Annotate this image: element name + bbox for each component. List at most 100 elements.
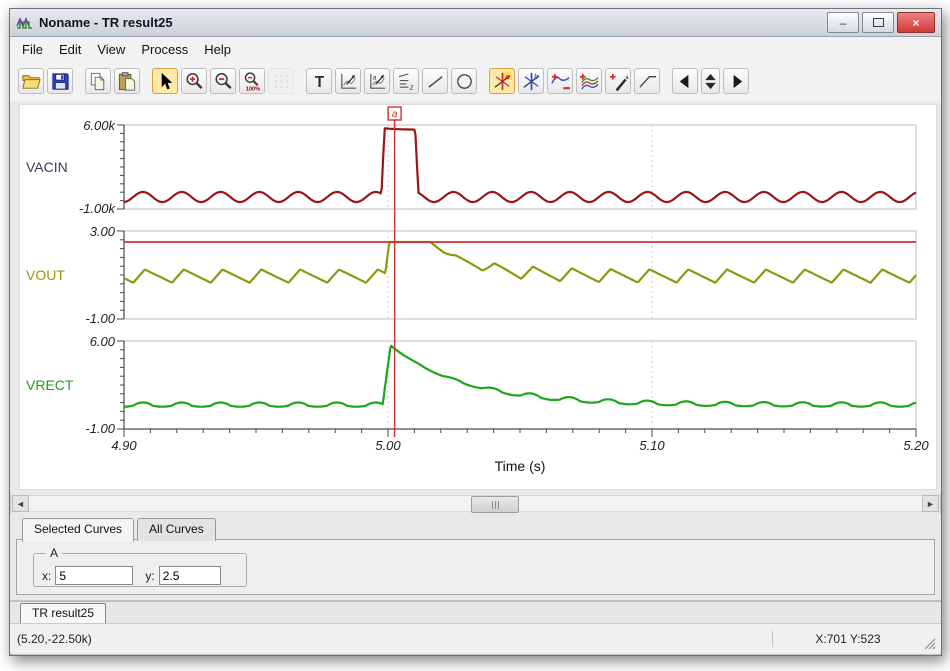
minimize-button[interactable]: – [827,12,859,33]
open-button[interactable] [18,68,44,94]
scale-axes-icon [338,71,359,92]
zoom-out-button[interactable] [210,68,236,94]
scroll-right-icon: ► [926,499,935,509]
svg-text:a: a [372,74,376,81]
select-icon [155,71,176,92]
ellipse-button[interactable] [451,68,477,94]
horizontal-scrollbar[interactable]: ◄ ► [12,495,939,512]
title-bar[interactable]: Noname - TR result25 – × [10,9,941,37]
prev-page-button[interactable] [672,68,698,94]
menu-edit[interactable]: Edit [51,39,89,60]
curves-panel: Selected Curves All Curves A x: y: [10,514,941,601]
menu-view[interactable]: View [89,39,133,60]
scrollbar-thumb[interactable] [471,496,519,513]
add-remove-curve-button[interactable] [547,68,573,94]
zoom-100-icon: 100% [242,71,263,92]
cursor-a-flag-label: a [392,109,398,120]
x-tick-label: 5.00 [375,438,401,453]
cursor-x-input[interactable] [55,566,133,585]
scroll-right-button[interactable]: ► [922,495,939,512]
waveform-panel[interactable]: 6.00k-1.00kVACIN3.00-1.00VOUT6.00-1.00VR… [19,104,937,490]
selected-curves-pane: A x: y: [16,539,935,595]
cursor-x-label: x: [42,569,51,583]
save-button[interactable] [47,68,73,94]
plot-frame-vacin [124,125,916,209]
line-button[interactable] [422,68,448,94]
toolbar: 100% Ta z a b [10,61,941,102]
add-remove-curve-icon [550,71,571,92]
menu-help[interactable]: Help [196,39,239,60]
paste-icon [117,71,138,92]
svg-text:a: a [505,72,509,80]
select-button[interactable] [152,68,178,94]
page-spinner-button[interactable] [701,68,720,94]
slope-button[interactable] [634,68,660,94]
legend-button[interactable]: z [393,68,419,94]
scale-axes-button[interactable] [335,68,361,94]
svg-text:b: b [534,72,538,80]
zoom-100-button[interactable]: 100% [239,68,265,94]
chart-area: 6.00k-1.00kVACIN3.00-1.00VOUT6.00-1.00VR… [10,101,941,493]
cursor-a-group: A x: y: [33,546,247,587]
y-bottom-label-vout: -1.00 [85,311,115,326]
grid-icon [271,71,292,92]
x-tick-label: 5.10 [639,438,665,453]
legend-icon: z [396,71,417,92]
plot-frame-vrect [124,341,916,429]
scale-curve-icon: a [367,71,388,92]
copy-button[interactable] [85,68,111,94]
next-page-icon [726,71,747,92]
app-logo-icon [16,15,34,31]
y-bottom-label-vrect: -1.00 [85,421,115,436]
menu-bar: FileEditViewProcessHelp [10,37,941,62]
sheet-tab-tr-result25[interactable]: TR result25 [20,603,106,624]
page-spinner-icon [700,71,721,92]
cursor-b-icon: b [521,71,542,92]
x-tick-label: 5.20 [903,438,929,453]
open-icon [21,71,42,92]
copy-icon [88,71,109,92]
cursor-group-label: A [46,546,62,560]
paste-button[interactable] [114,68,140,94]
line-icon [425,71,446,92]
curve-vout[interactable] [124,242,916,283]
maximize-icon [873,18,884,27]
close-button[interactable]: × [897,12,935,33]
cursor-y-label: y: [145,569,154,583]
text-icon: T [309,71,330,92]
scroll-left-icon: ◄ [16,499,25,509]
curve-vrect[interactable] [124,346,916,407]
add-curves-button[interactable] [576,68,602,94]
scroll-left-button[interactable]: ◄ [12,495,29,512]
next-page-button[interactable] [723,68,749,94]
scrollbar-track[interactable] [29,495,922,512]
status-pixel-position: X:701 Y:523 [773,632,923,646]
app-window: Noname - TR result25 – × FileEditViewPro… [9,8,942,656]
tab-all-curves[interactable]: All Curves [137,518,216,541]
svg-text:T: T [314,73,324,90]
y-bottom-label-vacin: -1.00k [79,201,117,216]
menu-process[interactable]: Process [133,39,196,60]
tab-selected-curves[interactable]: Selected Curves [22,518,134,542]
menu-file[interactable]: File [14,39,51,60]
svg-text:z: z [408,83,413,91]
text-button[interactable]: T [306,68,332,94]
signal-label-vout: VOUT [26,267,65,283]
cursor-a-button[interactable]: a [489,68,515,94]
window-title: Noname - TR result25 [39,15,173,30]
signal-label-vacin: VACIN [26,159,68,175]
maximize-button[interactable] [862,12,894,33]
scale-curve-button[interactable]: a [364,68,390,94]
resize-grip[interactable] [923,637,937,651]
sheet-tab-row: TR result25 [10,601,941,624]
add-point-button[interactable] [605,68,631,94]
grid-button[interactable] [268,68,294,94]
zoom-in-button[interactable] [181,68,207,94]
x-tick-label: 4.90 [111,438,137,453]
curve-vacin[interactable] [124,128,916,202]
add-point-icon [608,71,629,92]
cursor-b-button[interactable]: b [518,68,544,94]
cursor-y-input[interactable] [159,566,221,585]
curves-tabs: Selected Curves All Curves [22,518,219,541]
add-curves-icon [579,71,600,92]
